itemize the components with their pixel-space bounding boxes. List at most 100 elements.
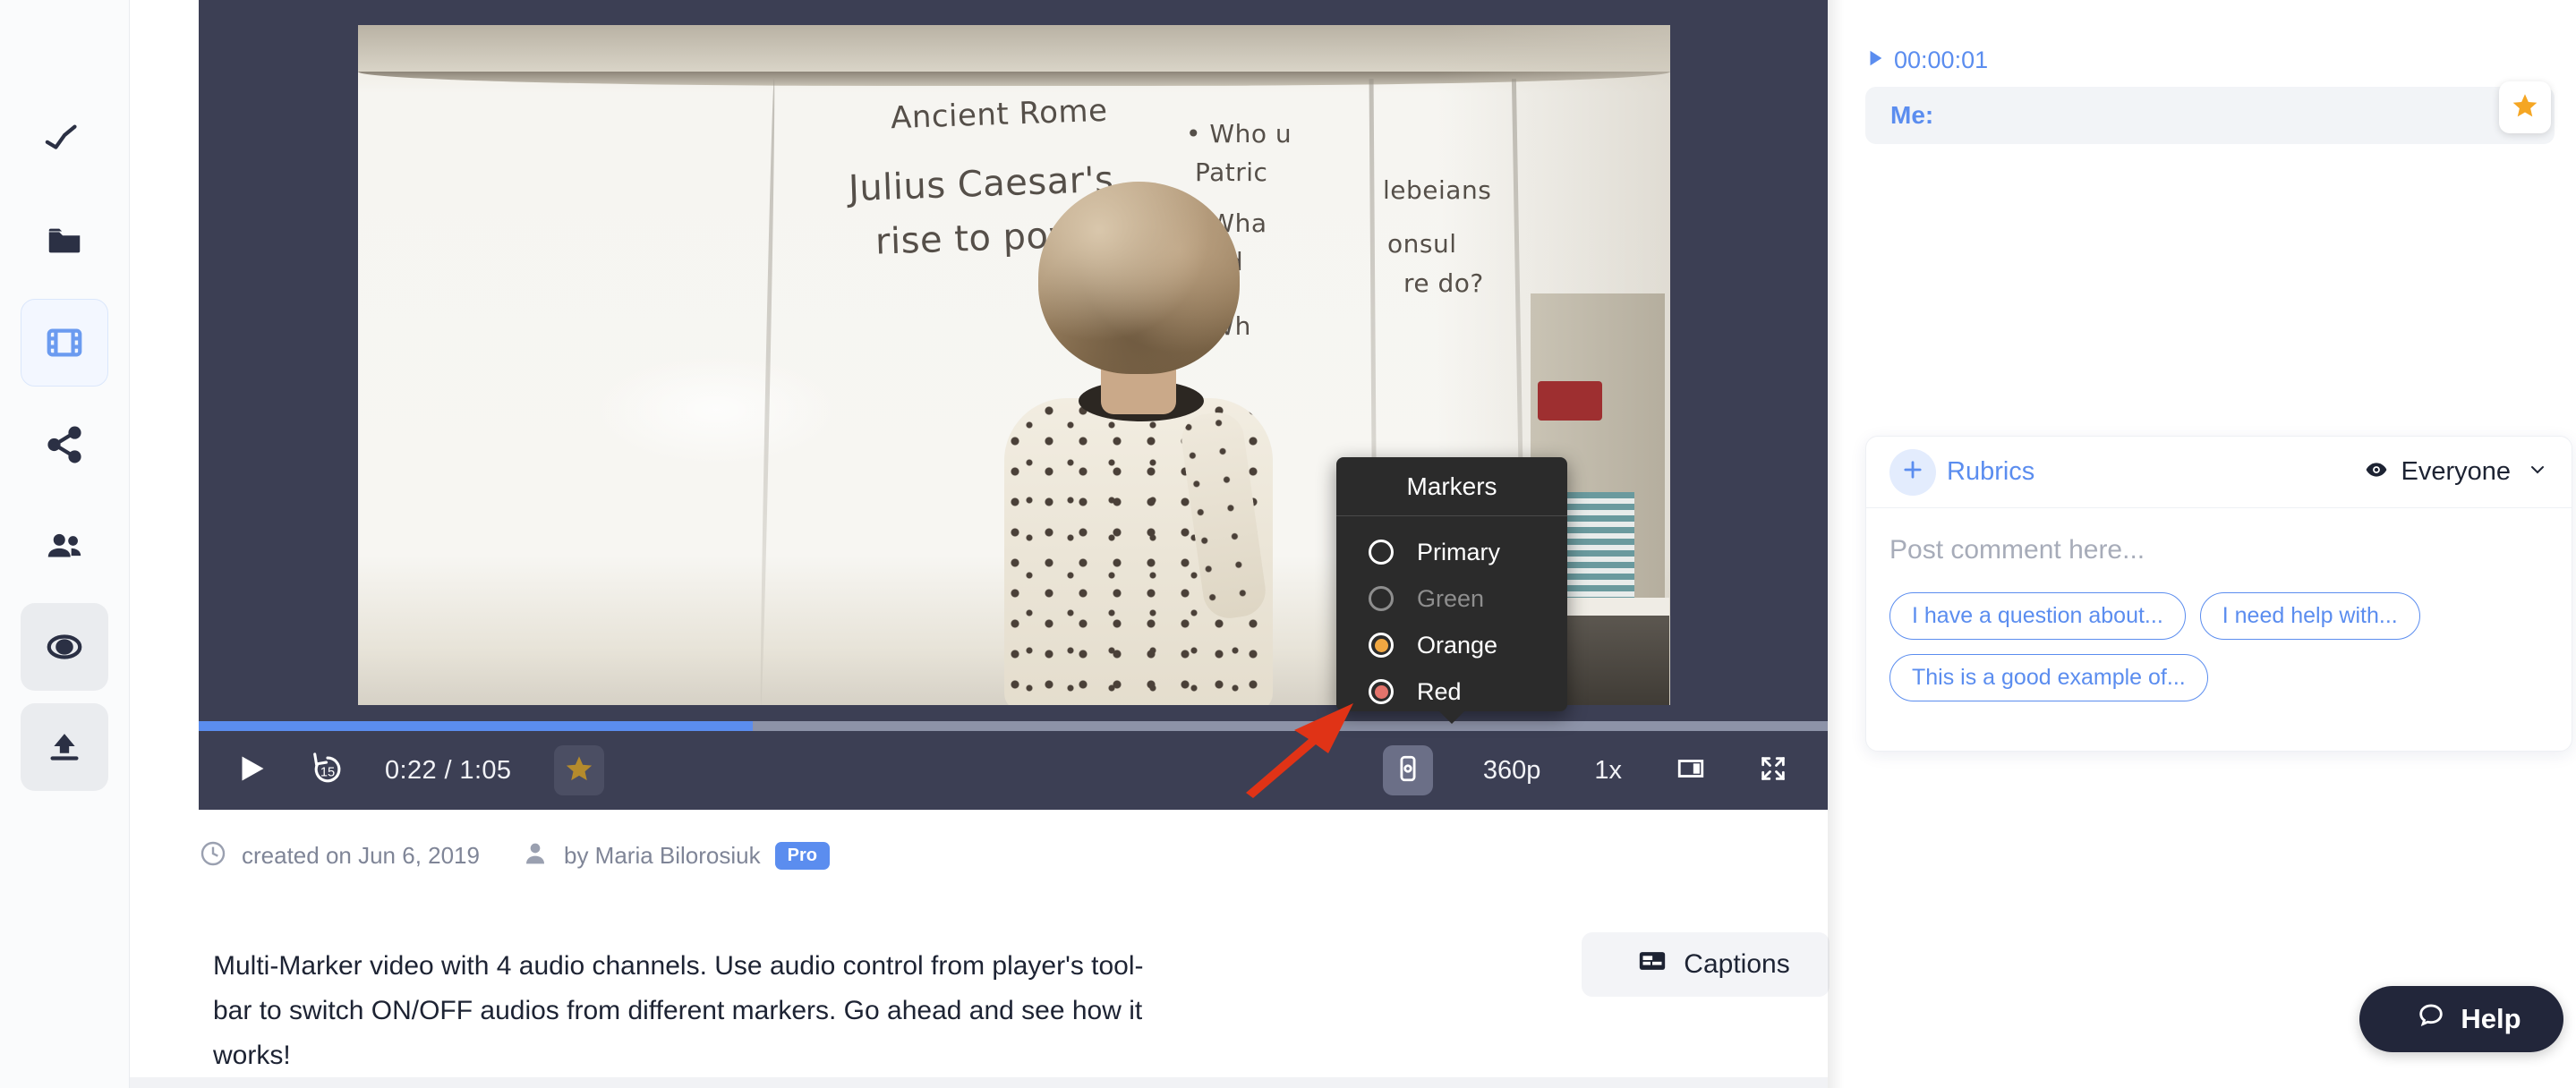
share-icon: [44, 424, 85, 465]
presenter-figure: [985, 182, 1298, 705]
sidebar-item-record[interactable]: [21, 603, 108, 691]
whiteboard-title: Ancient Rome: [890, 92, 1109, 137]
comments-panel: 00:00:01 Me: Rubrics Everyone Post comme…: [1844, 0, 2576, 1088]
radio-dot: [1374, 638, 1388, 652]
time-display: 0:22 / 1:05: [385, 755, 512, 785]
plus-icon: [1900, 457, 1925, 487]
sidebar-item-share[interactable]: [21, 401, 108, 489]
composer-header: Rubrics Everyone: [1866, 437, 2572, 508]
radio-icon: [1369, 679, 1394, 704]
left-nav-rail: [0, 0, 130, 1088]
star-icon: [564, 753, 594, 788]
eye-icon: [2365, 458, 2388, 486]
seek-bar-fill: [199, 721, 753, 731]
video-stage[interactable]: Ancient Rome Julius Caesar's rise to pow…: [199, 0, 1828, 721]
pro-badge: Pro: [774, 842, 830, 870]
rewind-15-button[interactable]: 15: [308, 751, 347, 790]
sidebar-item-videos[interactable]: [21, 299, 108, 387]
rubrics-label[interactable]: Rubrics: [1947, 457, 2034, 487]
comment-bubble[interactable]: Me:: [1865, 81, 2555, 144]
sidebar-item-upload[interactable]: [21, 703, 108, 791]
person-icon: [521, 839, 550, 872]
radio-icon: [1369, 586, 1394, 611]
video-player: Ancient Rome Julius Caesar's rise to pow…: [199, 0, 1828, 810]
radio-icon: [1369, 633, 1394, 658]
clock-icon: [199, 839, 227, 872]
captions-icon: [1637, 946, 1668, 983]
star-icon: [2511, 91, 2539, 124]
sidebar-item-folder[interactable]: [21, 197, 108, 285]
created-on-label: created on Jun 6, 2019: [242, 842, 480, 869]
folder-icon: [44, 220, 85, 261]
record-icon: [44, 626, 85, 667]
play-button[interactable]: [229, 748, 274, 793]
comment-star-button[interactable]: [2499, 81, 2551, 133]
star-marker-button[interactable]: [554, 745, 605, 795]
created-on-group: created on Jun 6, 2019: [199, 839, 480, 872]
panel-divider: [1828, 0, 1844, 1088]
whiteboard-bullet-1c: lebeians: [1383, 175, 1492, 205]
help-label: Help: [2461, 1003, 2521, 1034]
comment-timestamp-row[interactable]: 00:00:01: [1865, 47, 2555, 74]
analytics-icon: [44, 118, 85, 159]
markers-popup-title: Markers: [1336, 457, 1567, 516]
comment-item: 00:00:01 Me:: [1865, 47, 2555, 144]
video-description: Multi-Marker video with 4 audio channels…: [213, 951, 1144, 1070]
chat-bubble-icon: [2416, 1000, 2446, 1038]
help-button[interactable]: Help: [2359, 986, 2563, 1052]
fullscreen-button[interactable]: [1758, 753, 1788, 788]
seek-bar[interactable]: [199, 721, 1828, 731]
comment-composer: Rubrics Everyone Post comment here... I …: [1865, 436, 2572, 752]
resolution-button[interactable]: 360p: [1483, 756, 1541, 786]
svg-text:15: 15: [320, 765, 335, 779]
play-small-icon: [1865, 47, 1885, 73]
marker-option-red[interactable]: Red: [1336, 668, 1567, 715]
sidebar-item-people[interactable]: [21, 503, 108, 591]
people-icon: [44, 526, 85, 567]
marker-option-label: Orange: [1417, 631, 1498, 659]
theater-mode-icon: [1676, 759, 1706, 787]
chevron-down-icon: [2527, 459, 2548, 485]
comment-suggestion-chips: I have a question about... I need help wi…: [1889, 592, 2548, 701]
suggestion-chip[interactable]: This is a good example of...: [1889, 654, 2208, 701]
marker-option-label: Green: [1417, 584, 1485, 612]
markers-popup: Markers Primary Green Orange Red: [1336, 457, 1567, 724]
video-meta-row: created on Jun 6, 2019 by Maria Bilorosi…: [199, 839, 830, 872]
audio-markers-icon: [1393, 753, 1423, 788]
marker-option-orange[interactable]: Orange: [1336, 622, 1567, 668]
whiteboard-bullet-2d: re do?: [1403, 268, 1484, 298]
visibility-label: Everyone: [2401, 457, 2511, 486]
radio-dot: [1374, 684, 1388, 699]
play-icon: [235, 751, 268, 791]
author-group: by Maria Bilorosiuk Pro: [521, 839, 830, 872]
marker-option-primary[interactable]: Primary: [1336, 529, 1567, 575]
film-icon: [44, 322, 85, 363]
sidebar-item-analytics[interactable]: [21, 95, 108, 183]
visibility-selector[interactable]: Everyone: [2365, 457, 2548, 487]
theater-mode-button[interactable]: [1676, 753, 1706, 788]
player-controls: 15 0:22 / 1:05 360p 1x: [199, 731, 1828, 810]
audio-markers-button[interactable]: [1382, 745, 1433, 795]
composer-body: Post comment here... I have a question a…: [1866, 508, 2572, 701]
comment-author: Me:: [1890, 101, 1934, 129]
marker-option-label: Red: [1417, 677, 1462, 705]
playback-speed-button[interactable]: 1x: [1594, 756, 1622, 786]
comment-timestamp: 00:00:01: [1894, 47, 1989, 73]
popup-pointer-arrow: [1438, 710, 1465, 724]
add-rubric-button[interactable]: [1889, 448, 1936, 496]
suggestion-chip[interactable]: I need help with...: [2199, 592, 2420, 640]
whiteboard-bullet-1a: • Who u: [1186, 119, 1292, 149]
captions-label: Captions: [1684, 949, 1790, 979]
whiteboard-bullet-2c: onsul: [1387, 229, 1457, 259]
upload-icon: [44, 727, 85, 768]
marker-option-green[interactable]: Green: [1336, 575, 1567, 622]
author-label: by Maria Bilorosiuk: [563, 842, 761, 869]
captions-button[interactable]: Captions: [1582, 932, 1830, 997]
comment-input[interactable]: Post comment here...: [1889, 535, 2548, 565]
rewind-15-icon: 15: [308, 749, 347, 793]
marker-option-label: Primary: [1417, 538, 1500, 565]
suggestion-chip[interactable]: I have a question about...: [1889, 592, 2186, 640]
bottom-strip: [130, 1077, 1828, 1088]
fullscreen-icon: [1758, 756, 1788, 787]
radio-icon: [1369, 540, 1394, 565]
